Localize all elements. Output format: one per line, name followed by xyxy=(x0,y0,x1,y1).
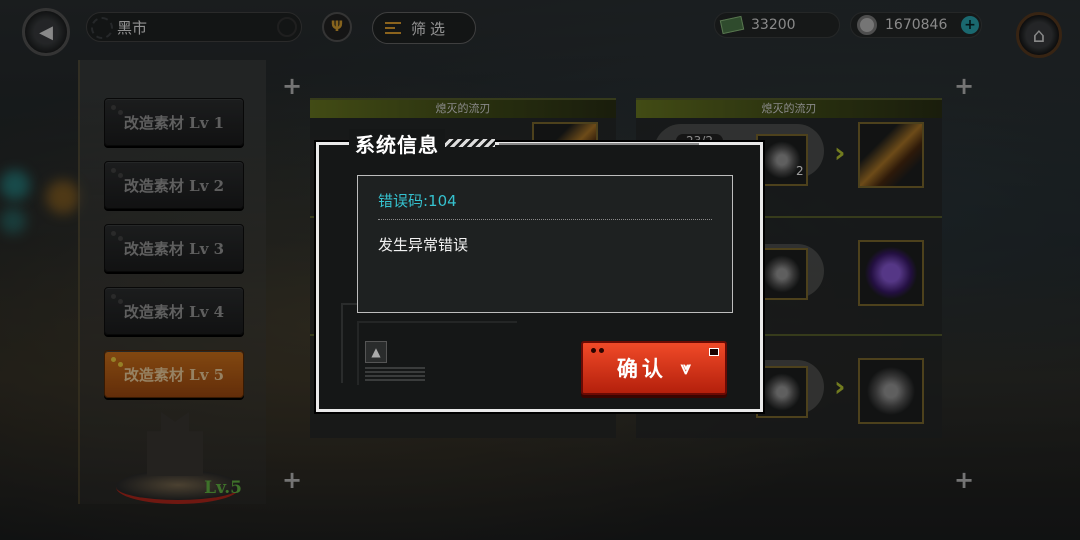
message-box: 错误码:104 发生异常错误 xyxy=(357,175,733,313)
dots-icon xyxy=(591,348,605,354)
confirm-label: 确认 xyxy=(616,356,667,381)
double-chevron-down-icon: ⩔ xyxy=(680,357,692,379)
fine-print-decoration xyxy=(365,367,425,381)
error-message: 发生异常错误 xyxy=(378,236,469,254)
error-code: 错误码:104 xyxy=(378,192,457,210)
title-rule xyxy=(499,143,699,145)
title-stripe xyxy=(441,139,495,147)
system-info-dialog: 系统信息 错误码:104 发生异常错误 ▲ 确认 ⩔ xyxy=(314,129,765,414)
divider xyxy=(378,219,712,220)
logo-icon: ▲ xyxy=(365,341,387,363)
confirm-button[interactable]: 确认 ⩔ xyxy=(581,341,727,395)
minus-icon xyxy=(709,348,719,356)
dialog-title: 系统信息 xyxy=(349,129,445,158)
